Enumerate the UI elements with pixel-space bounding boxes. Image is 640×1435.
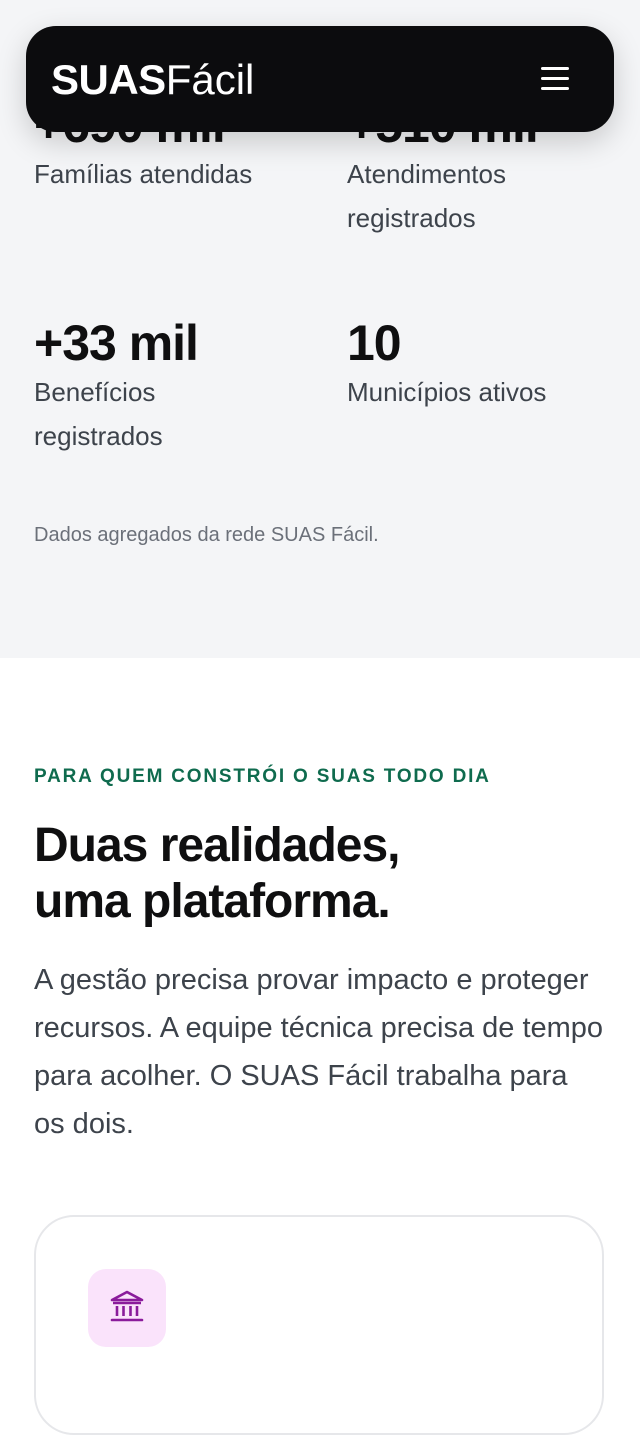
heading-line-1: Duas realidades, bbox=[34, 819, 401, 872]
heading-line-2: uma plataforma. bbox=[34, 875, 391, 928]
hamburger-menu-icon[interactable] bbox=[538, 62, 572, 96]
brand-light: Fácil bbox=[165, 56, 255, 103]
institution-icon bbox=[88, 1269, 166, 1347]
top-navbar: SUASFácil bbox=[26, 26, 614, 132]
stat-beneficios: +33 mil Benefícios registrados bbox=[34, 316, 314, 458]
brand-logo-link[interactable]: SUASFácil bbox=[51, 56, 254, 104]
stat-label: Benefícios registrados bbox=[34, 377, 163, 451]
feature-card bbox=[34, 1215, 604, 1435]
section-eyebrow: PARA QUEM CONSTRÓI O SUAS TODO DIA bbox=[34, 766, 491, 787]
section-intro: A gestão precisa provar impacto e proteg… bbox=[34, 964, 604, 1140]
stat-municipios: 10 Municípios ativos bbox=[347, 316, 627, 414]
section-heading: Duas realidades, uma plataforma. bbox=[34, 818, 594, 930]
stat-label: Atendimentos registrados bbox=[347, 159, 506, 233]
stat-value: +33 mil bbox=[34, 315, 199, 371]
stat-label: Municípios ativos bbox=[347, 377, 547, 407]
stat-value: 10 bbox=[347, 315, 402, 371]
brand-strong: SUAS bbox=[51, 56, 166, 103]
stat-label: Famílias atendidas bbox=[34, 159, 253, 189]
stats-note: Dados agregados da rede SUAS Fácil. bbox=[34, 524, 379, 546]
